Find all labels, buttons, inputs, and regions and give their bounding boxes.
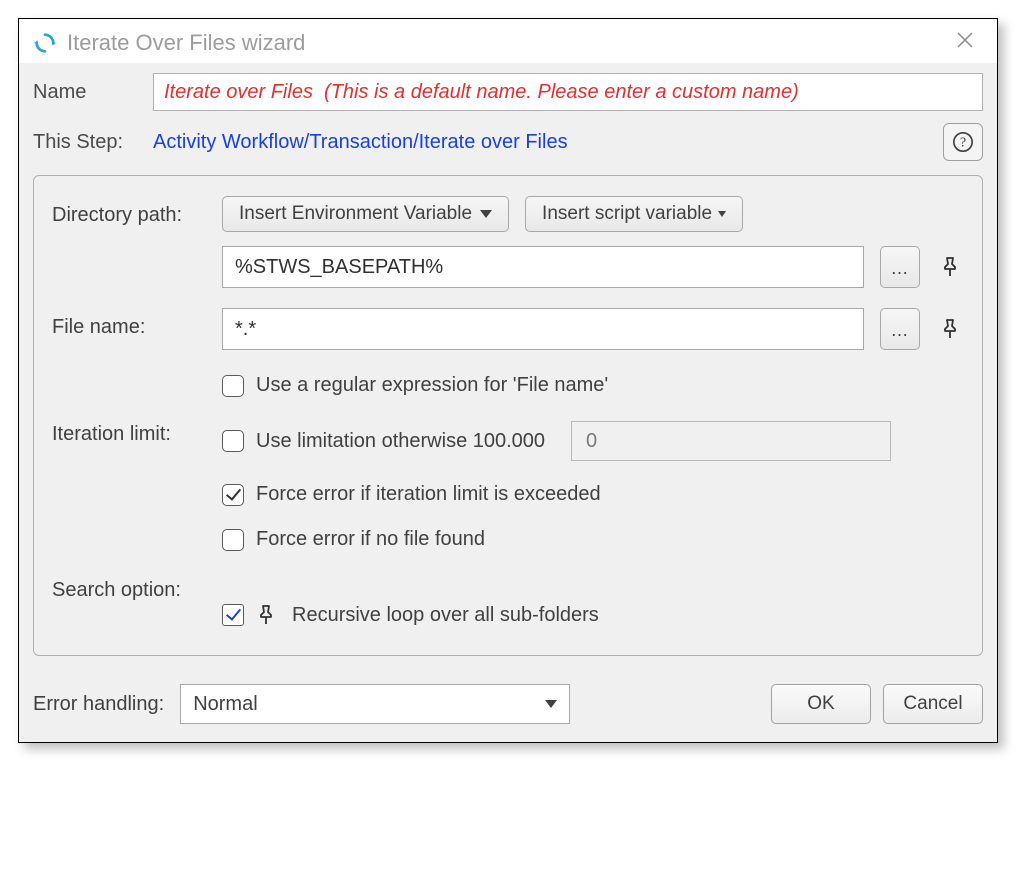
settings-group: Directory path: Insert Environment Varia… bbox=[33, 175, 983, 656]
force-error-exceed-checkbox[interactable] bbox=[222, 484, 244, 506]
force-error-nofile-label: Force error if no file found bbox=[256, 528, 485, 551]
recursive-label: Recursive loop over all sub-folders bbox=[292, 604, 599, 627]
error-handling-value: Normal bbox=[193, 693, 257, 716]
file-name-label: File name: bbox=[52, 308, 222, 339]
this-step-link[interactable]: Activity Workflow/Transaction/Iterate ov… bbox=[153, 131, 943, 154]
iteration-limit-input[interactable] bbox=[571, 421, 891, 461]
pin-icon[interactable] bbox=[252, 601, 280, 629]
search-option-label: Search option: bbox=[52, 571, 222, 602]
dialog-footer: Error handling: Normal OK Cancel bbox=[19, 670, 997, 742]
pin-icon[interactable] bbox=[936, 315, 964, 343]
body-panel: Directory path: Insert Environment Varia… bbox=[19, 175, 997, 670]
pin-icon[interactable] bbox=[936, 253, 964, 281]
error-handling-label: Error handling: bbox=[33, 693, 164, 716]
insert-script-variable-button[interactable]: Insert script variable bbox=[525, 196, 743, 232]
cancel-button[interactable]: Cancel bbox=[883, 684, 983, 724]
chevron-down-icon bbox=[480, 210, 492, 218]
force-error-exceed-label: Force error if iteration limit is exceed… bbox=[256, 483, 601, 506]
wizard-dialog: Iterate Over Files wizard Name This Step… bbox=[18, 18, 998, 743]
error-handling-select[interactable]: Normal bbox=[180, 684, 570, 724]
window-title: Iterate Over Files wizard bbox=[67, 30, 947, 56]
this-step-label: This Step: bbox=[33, 131, 153, 154]
file-name-input[interactable] bbox=[222, 308, 864, 350]
insert-env-variable-button[interactable]: Insert Environment Variable bbox=[222, 196, 509, 232]
use-regex-label: Use a regular expression for 'File name' bbox=[256, 374, 608, 397]
force-error-nofile-checkbox[interactable] bbox=[222, 529, 244, 551]
directory-path-input[interactable] bbox=[222, 246, 864, 288]
name-input[interactable] bbox=[153, 73, 983, 111]
help-button[interactable]: ? bbox=[943, 123, 983, 161]
titlebar: Iterate Over Files wizard bbox=[19, 19, 997, 63]
directory-path-label: Directory path: bbox=[52, 196, 222, 227]
insert-env-variable-label: Insert Environment Variable bbox=[239, 203, 472, 225]
use-regex-checkbox[interactable] bbox=[222, 375, 244, 397]
use-limitation-checkbox[interactable] bbox=[222, 430, 244, 452]
insert-script-variable-label: Insert script variable bbox=[542, 203, 712, 225]
chevron-down-icon bbox=[718, 211, 726, 217]
use-limitation-label: Use limitation otherwise 100.000 bbox=[256, 430, 545, 453]
iteration-limit-label: Iteration limit: bbox=[52, 421, 222, 446]
recursive-checkbox[interactable] bbox=[222, 604, 244, 626]
app-icon bbox=[33, 31, 57, 55]
name-label: Name bbox=[33, 81, 153, 104]
browse-directory-button[interactable]: … bbox=[880, 246, 920, 288]
header-panel: Name This Step: Activity Workflow/Transa… bbox=[19, 63, 997, 175]
svg-text:?: ? bbox=[960, 135, 966, 150]
close-icon[interactable] bbox=[947, 27, 983, 59]
ok-button[interactable]: OK bbox=[771, 684, 871, 724]
browse-file-button[interactable]: … bbox=[880, 308, 920, 350]
chevron-down-icon bbox=[545, 700, 557, 708]
